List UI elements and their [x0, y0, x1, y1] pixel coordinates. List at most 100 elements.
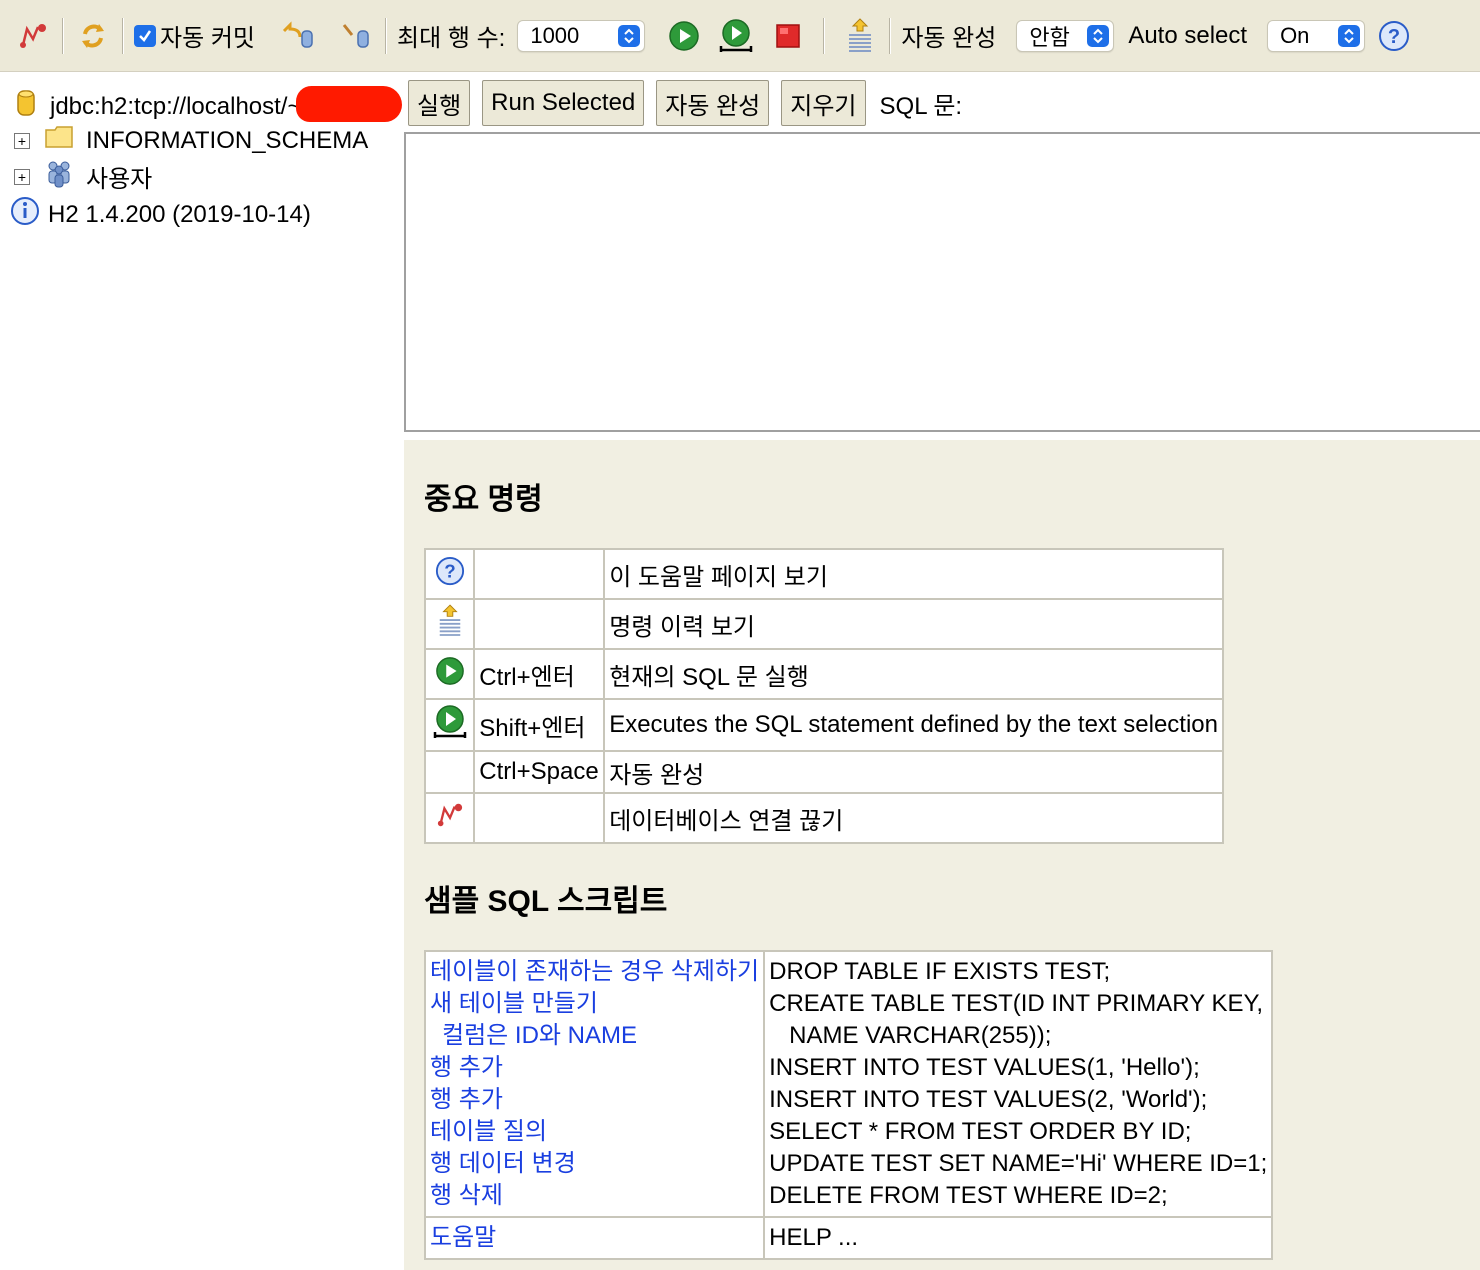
disconnect-icon[interactable]	[423, 792, 476, 844]
help-sql-cell: HELP ...	[763, 1216, 1274, 1260]
table-row: Ctrl+Space 자동 완성	[423, 750, 1224, 794]
command-key: Ctrl+Space	[473, 750, 606, 794]
svg-text:?: ?	[1388, 26, 1400, 48]
run-icon[interactable]	[665, 17, 703, 55]
sample-sql-line: INSERT INTO TEST VALUES(2, 'World');	[769, 1086, 1208, 1113]
command-key: Shift+엔터	[473, 698, 606, 752]
tree-item-label: 사용자	[86, 166, 153, 193]
sql-label: SQL 문:	[879, 92, 963, 120]
run-button[interactable]: 실행	[408, 80, 471, 126]
checkbox-checked-icon[interactable]	[134, 24, 156, 47]
refresh-icon[interactable]	[74, 17, 112, 55]
sample-title: 샘플 SQL 스크립트	[424, 885, 668, 918]
select-arrows-icon	[618, 24, 641, 47]
commands-table: ? 이 도움말 페이지 보기 명령 이력 보기 Ctrl+엔터 현재의 SQL …	[423, 548, 1224, 844]
help-link-cell: 도움말	[423, 1216, 766, 1260]
command-key: Ctrl+엔터	[473, 648, 606, 700]
sample-link[interactable]: 테이블이 존재하는 경우 삭제하기	[430, 956, 759, 988]
sample-link[interactable]: 컬럼은 ID와 NAME	[430, 1020, 759, 1052]
auto-commit-label: 자동 커밋	[160, 25, 255, 52]
auto-commit-checkbox[interactable]: 자동 커밋	[134, 18, 255, 53]
commit-icon[interactable]	[337, 17, 375, 55]
empty-icon-cell	[423, 750, 476, 794]
sample-sql-line: DROP TABLE IF EXISTS TEST;	[769, 958, 1111, 985]
table-row: 도움말 HELP ...	[423, 1216, 1274, 1260]
rollback-icon[interactable]	[279, 17, 317, 55]
sample-link[interactable]: 테이블 질의	[430, 1116, 759, 1148]
table-row: ? 이 도움말 페이지 보기	[423, 548, 1224, 600]
disconnect-icon[interactable]	[14, 17, 52, 55]
expand-icon[interactable]: +	[14, 132, 30, 149]
command-desc: 이 도움말 페이지 보기	[603, 548, 1224, 600]
select-arrows-icon	[1087, 24, 1110, 47]
sample-sql-line: CREATE TABLE TEST(ID INT PRIMARY KEY,	[769, 990, 1264, 1017]
max-rows-value: 1000	[530, 22, 580, 48]
sample-link[interactable]: 행 삭제	[430, 1180, 759, 1212]
help-icon[interactable]: ?	[423, 548, 476, 600]
toolbar-separator	[823, 17, 826, 54]
run-selected-icon[interactable]	[423, 698, 476, 752]
sample-link[interactable]: 새 테이블 만들기	[430, 988, 759, 1020]
help-panel: 중요 명령 ? 이 도움말 페이지 보기 명령 이력 보기 Ctrl+엔터 현재…	[404, 440, 1480, 1270]
toolbar-separator	[889, 17, 892, 54]
history-icon[interactable]	[841, 17, 879, 55]
info-icon	[10, 196, 40, 233]
help-sql: HELP ...	[769, 1224, 859, 1251]
toolbar-separator	[122, 17, 124, 54]
table-row: 테이블이 존재하는 경우 삭제하기 새 테이블 만들기 컬럼은 ID와 NAME…	[423, 950, 1274, 1218]
help-icon[interactable]: ?	[1375, 17, 1413, 55]
autocomplete-value: 안함	[1029, 24, 1070, 50]
run-selected-button[interactable]: Run Selected	[482, 80, 645, 126]
tree-item-label: INFORMATION_SCHEMA	[86, 126, 369, 154]
toolbar-separator	[385, 17, 387, 54]
run-icon[interactable]	[423, 648, 476, 700]
users-icon	[44, 158, 74, 195]
table-row: 데이터베이스 연결 끊기	[423, 792, 1224, 844]
command-desc: 자동 완성	[603, 750, 1224, 794]
autocomplete-label: 자동 완성	[901, 25, 997, 52]
command-desc: 현재의 SQL 문 실행	[603, 648, 1224, 700]
auto-select-select[interactable]: On	[1267, 19, 1366, 52]
tree-item-information-schema[interactable]: + INFORMATION_SCHEMA	[14, 124, 368, 157]
command-key	[473, 792, 606, 844]
max-rows-select[interactable]: 1000	[517, 19, 646, 52]
svg-text:?: ?	[444, 560, 455, 581]
command-desc: Executes the SQL statement defined by th…	[603, 698, 1224, 752]
expand-icon[interactable]: +	[14, 168, 30, 185]
autocomplete-button[interactable]: 자동 완성	[656, 80, 770, 126]
toolbar-separator	[62, 17, 64, 54]
tree-connection[interactable]: jdbc:h2:tcp://localhost/~	[16, 88, 301, 125]
sample-link[interactable]: 행 추가	[430, 1052, 759, 1084]
autocomplete-select[interactable]: 안함	[1016, 19, 1115, 52]
command-desc: 데이터베이스 연결 끊기	[603, 792, 1224, 844]
sample-sql-line: INSERT INTO TEST VALUES(1, 'Hello');	[769, 1054, 1200, 1081]
help-link[interactable]: 도움말	[430, 1222, 759, 1254]
stop-icon[interactable]	[769, 17, 807, 55]
sample-link[interactable]: 행 데이터 변경	[430, 1148, 759, 1180]
sample-sql-line: DELETE FROM TEST WHERE ID=2;	[769, 1182, 1168, 1209]
auto-select-label: Auto select	[1128, 21, 1248, 49]
tree-version: H2 1.4.200 (2019-10-14)	[10, 196, 311, 233]
sample-link[interactable]: 행 추가	[430, 1084, 759, 1116]
tree-item-users[interactable]: + 사용자	[14, 158, 152, 195]
toolbar: 자동 커밋 최대 행 수: 1000 자동 완성 안함 Auto select …	[0, 0, 1480, 72]
sample-links-cell: 테이블이 존재하는 경우 삭제하기 새 테이블 만들기 컬럼은 ID와 NAME…	[423, 950, 766, 1218]
select-arrows-icon	[1338, 24, 1361, 47]
history-icon[interactable]	[423, 598, 476, 650]
connection-url: jdbc:h2:tcp://localhost/~	[50, 92, 302, 120]
database-tree: jdbc:h2:tcp://localhost/~ + INFORMATION_…	[0, 72, 404, 1270]
run-selected-icon[interactable]	[717, 17, 755, 55]
auto-select-value: On	[1280, 22, 1310, 48]
table-row: Shift+엔터 Executes the SQL statement defi…	[423, 698, 1224, 752]
version-text: H2 1.4.200 (2019-10-14)	[48, 200, 311, 228]
commands-title: 중요 명령	[424, 483, 543, 516]
table-row: Ctrl+엔터 현재의 SQL 문 실행	[423, 648, 1224, 700]
sample-sql-line: SELECT * FROM TEST ORDER BY ID;	[769, 1118, 1192, 1145]
command-desc: 명령 이력 보기	[603, 598, 1224, 650]
table-row: 명령 이력 보기	[423, 598, 1224, 650]
sample-sql-table: 테이블이 존재하는 경우 삭제하기 새 테이블 만들기 컬럼은 ID와 NAME…	[423, 950, 1274, 1260]
clear-button[interactable]: 지우기	[781, 80, 866, 126]
sql-editor[interactable]	[404, 132, 1480, 432]
database-icon	[16, 88, 36, 125]
query-bar: 실행 Run Selected 자동 완성 지우기 SQL 문:	[404, 72, 1480, 134]
